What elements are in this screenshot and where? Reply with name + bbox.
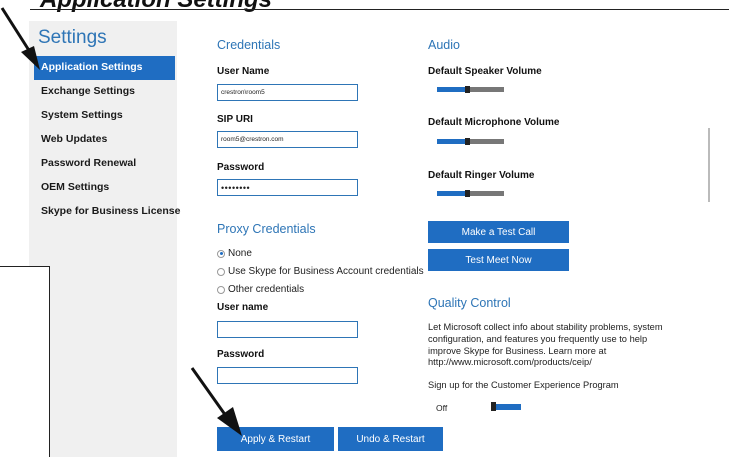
apply-restart-button[interactable]: Apply & Restart xyxy=(217,427,334,451)
credentials-title: Credentials xyxy=(217,38,281,52)
proxy-option-none[interactable]: None xyxy=(217,248,252,259)
sidebar-item-system-settings[interactable]: System Settings xyxy=(34,104,175,128)
proxy-option-none-label: None xyxy=(228,248,252,259)
sidebar-item-oem-settings[interactable]: OEM Settings xyxy=(34,176,175,200)
ceip-toggle[interactable] xyxy=(491,402,521,412)
sidebar-nav: Application Settings Exchange Settings S… xyxy=(34,56,180,224)
sip-uri-label: SIP URI xyxy=(217,114,253,125)
speaker-volume-fill xyxy=(437,87,468,92)
sidebar-title: Settings xyxy=(38,27,107,48)
username-label: User Name xyxy=(217,66,270,77)
microphone-volume-fill xyxy=(437,139,468,144)
speaker-volume-thumb[interactable] xyxy=(465,86,471,93)
ringer-volume-slider[interactable] xyxy=(437,190,504,197)
sidebar-item-web-updates[interactable]: Web Updates xyxy=(34,128,175,152)
radio-selected-icon xyxy=(217,249,225,258)
sidebar-item-exchange-settings[interactable]: Exchange Settings xyxy=(34,80,175,104)
proxy-option-other-label: Other credentials xyxy=(228,284,305,295)
proxy-option-skype-credentials[interactable]: Use Skype for Business Account credentia… xyxy=(217,266,424,277)
sidebar: Settings Application Settings Exchange S… xyxy=(29,21,180,457)
screenshot-crop-edge xyxy=(406,411,729,423)
sip-uri-input[interactable] xyxy=(217,131,358,148)
document-heading: Application Settings xyxy=(40,0,272,14)
make-test-call-button[interactable]: Make a Test Call xyxy=(428,221,569,243)
quality-control-description: Let Microsoft collect info about stabili… xyxy=(428,322,663,368)
proxy-password-input[interactable] xyxy=(217,367,358,384)
scrollbar[interactable] xyxy=(708,128,710,202)
speaker-volume-slider[interactable] xyxy=(437,86,504,93)
ringer-volume-thumb[interactable] xyxy=(465,190,471,197)
ringer-volume-label: Default Ringer Volume xyxy=(428,170,535,181)
proxy-option-skype-label: Use Skype for Business Account credentia… xyxy=(228,266,424,277)
radio-unselected-icon xyxy=(217,267,225,276)
proxy-password-label: Password xyxy=(217,349,265,360)
sidebar-item-application-settings[interactable]: Application Settings xyxy=(34,56,175,80)
proxy-credentials-title: Proxy Credentials xyxy=(217,222,316,236)
microphone-volume-thumb[interactable] xyxy=(465,138,471,145)
sidebar-item-skype-license[interactable]: Skype for Business License xyxy=(34,200,180,224)
ringer-volume-fill xyxy=(437,191,468,196)
microphone-volume-label: Default Microphone Volume xyxy=(428,117,560,128)
proxy-option-other-credentials[interactable]: Other credentials xyxy=(217,284,304,295)
proxy-username-input[interactable] xyxy=(217,321,358,338)
quality-control-title: Quality Control xyxy=(428,296,511,310)
ceip-signup-label: Sign up for the Customer Experience Prog… xyxy=(428,380,619,390)
undo-restart-button[interactable]: Undo & Restart xyxy=(338,427,443,451)
password-label: Password xyxy=(217,162,265,173)
sidebar-item-password-renewal[interactable]: Password Renewal xyxy=(34,152,175,176)
speaker-volume-label: Default Speaker Volume xyxy=(428,66,542,77)
password-input[interactable] xyxy=(217,179,358,196)
radio-unselected-icon xyxy=(217,285,225,294)
username-input[interactable] xyxy=(217,84,358,101)
audio-title: Audio xyxy=(428,38,460,52)
microphone-volume-slider[interactable] xyxy=(437,138,504,145)
document-rule xyxy=(30,9,729,10)
overlapping-page-edge xyxy=(0,266,50,457)
proxy-username-label: User name xyxy=(217,302,269,313)
test-meet-now-button[interactable]: Test Meet Now xyxy=(428,249,569,271)
